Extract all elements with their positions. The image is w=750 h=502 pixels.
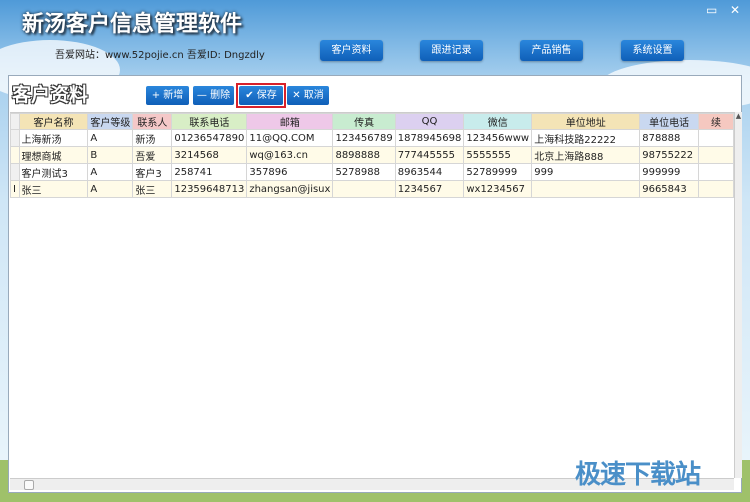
panel-title: 客户资料	[12, 84, 89, 106]
nav-customer-info[interactable]: 客户资料	[320, 40, 383, 61]
table-cell[interactable]: 3214568	[171, 146, 248, 164]
customer-grid[interactable]: 客户名称 客户等级 联系人 联系电话 邮箱 传真 QQ 微信 单位地址 单位电话续 上海新汤 A 新汤…	[10, 112, 734, 478]
table-cell[interactable]: 吾爱	[132, 146, 173, 164]
table-cell[interactable]: 98755222	[639, 146, 700, 164]
table-cell[interactable]	[698, 163, 734, 181]
table-cell[interactable]: 999	[531, 163, 641, 181]
table-cell[interactable]	[698, 180, 734, 198]
table-cell[interactable]: 123456789	[332, 129, 396, 147]
table-cell[interactable]: 8963544	[394, 163, 465, 181]
column-header[interactable]: 单位地址	[531, 113, 641, 130]
watermark: 极速下载站	[575, 460, 701, 490]
table-cell[interactable]: 1234567	[394, 180, 465, 198]
app-title: 新汤客户信息管理软件	[22, 12, 243, 37]
table-cell[interactable]: 12359648713	[171, 180, 248, 198]
table-cell[interactable]: 新汤	[132, 129, 173, 147]
table-cell[interactable]: A	[87, 129, 134, 147]
table-cell[interactable]: 客户测试3	[18, 163, 89, 181]
column-header[interactable]: 续	[698, 113, 734, 130]
add-button[interactable]: + 新增	[146, 86, 189, 105]
vertical-scrollbar[interactable]: ▲	[734, 112, 742, 478]
table-cell[interactable]: wx1234567	[463, 180, 533, 198]
column-header[interactable]: 传真	[332, 113, 396, 130]
column-header[interactable]: 联系人	[132, 113, 173, 130]
table-cell[interactable]: 01236547890	[171, 129, 248, 147]
row-indicator	[10, 129, 20, 147]
row-indicator: I	[10, 180, 20, 198]
table-cell[interactable]: 52789999	[463, 163, 533, 181]
nav-product-sales[interactable]: 产品销售	[520, 40, 583, 61]
table-cell[interactable]: 11@QQ.COM	[246, 129, 334, 147]
table-cell[interactable]	[698, 146, 734, 164]
table-cell[interactable]: 9665843	[639, 180, 700, 198]
table-cell[interactable]: 357896	[246, 163, 334, 181]
row-indicator	[10, 146, 20, 164]
maximize-button[interactable]: ▭	[706, 3, 717, 17]
table-cell[interactable]: 5278988	[332, 163, 396, 181]
table-cell[interactable]: 258741	[171, 163, 248, 181]
app-subtitle: 吾爱网站：www.52pojie.cn 吾爱ID: Dngzdly	[55, 50, 265, 61]
save-highlight	[236, 83, 286, 108]
table-cell[interactable]: 123456www	[463, 129, 533, 147]
table-row[interactable]: I 张三 A 张三 12359648713 zhangsan@jisux 1234567 wx…	[10, 180, 734, 198]
column-header[interactable]: 客户名称	[18, 113, 89, 130]
table-cell[interactable]: 878888	[639, 129, 700, 147]
table-cell[interactable]: 5555555	[463, 146, 533, 164]
table-cell[interactable]: A	[87, 180, 134, 198]
column-header[interactable]: 微信	[463, 113, 533, 130]
table-cell[interactable]: zhangsan@jisux	[246, 180, 334, 198]
table-cell[interactable]	[332, 180, 396, 198]
scrollbar-thumb[interactable]	[24, 480, 34, 490]
cancel-button[interactable]: ✕ 取消	[287, 86, 329, 105]
table-cell[interactable]: 8898888	[332, 146, 396, 164]
table-cell[interactable]	[698, 129, 734, 147]
column-header[interactable]: 客户等级	[87, 113, 134, 130]
column-header[interactable]: 单位电话	[639, 113, 700, 130]
table-row[interactable]: 上海新汤 A 新汤 01236547890 11@QQ.COM 123456789 1878…	[10, 129, 734, 147]
table-cell[interactable]	[531, 180, 641, 198]
table-cell[interactable]: 999999	[639, 163, 700, 181]
table-cell[interactable]: wq@163.cn	[246, 146, 334, 164]
column-header[interactable]: 邮箱	[246, 113, 334, 130]
table-cell[interactable]: 理想商城	[18, 146, 89, 164]
column-header[interactable]: 联系电话	[171, 113, 248, 130]
column-header[interactable]: QQ	[394, 113, 465, 130]
table-cell[interactable]: 客户3	[132, 163, 173, 181]
table-cell[interactable]: 上海新汤	[18, 129, 89, 147]
table-cell[interactable]: 上海科技路22222	[531, 129, 641, 147]
table-row[interactable]: 客户测试3 A 客户3 258741 357896 5278988 8963544 52789…	[10, 163, 734, 181]
delete-button[interactable]: — 删除	[193, 86, 234, 105]
table-cell[interactable]: 北京上海路888	[531, 146, 641, 164]
table-cell[interactable]: 777445555	[394, 146, 465, 164]
table-cell[interactable]: 张三	[132, 180, 173, 198]
table-cell[interactable]: 张三	[18, 180, 89, 198]
row-indicator	[10, 163, 20, 181]
table-cell[interactable]: A	[87, 163, 134, 181]
close-button[interactable]: ✕	[730, 3, 740, 17]
nav-follow-up[interactable]: 跟进记录	[420, 40, 483, 61]
table-cell[interactable]: B	[87, 146, 134, 164]
row-indicator-header	[10, 113, 20, 130]
table-cell[interactable]: 1878945698	[394, 129, 465, 147]
nav-system-settings[interactable]: 系统设置	[621, 40, 684, 61]
table-row[interactable]: 理想商城 B 吾爱 3214568 wq@163.cn 8898888 777445555 5…	[10, 146, 734, 164]
